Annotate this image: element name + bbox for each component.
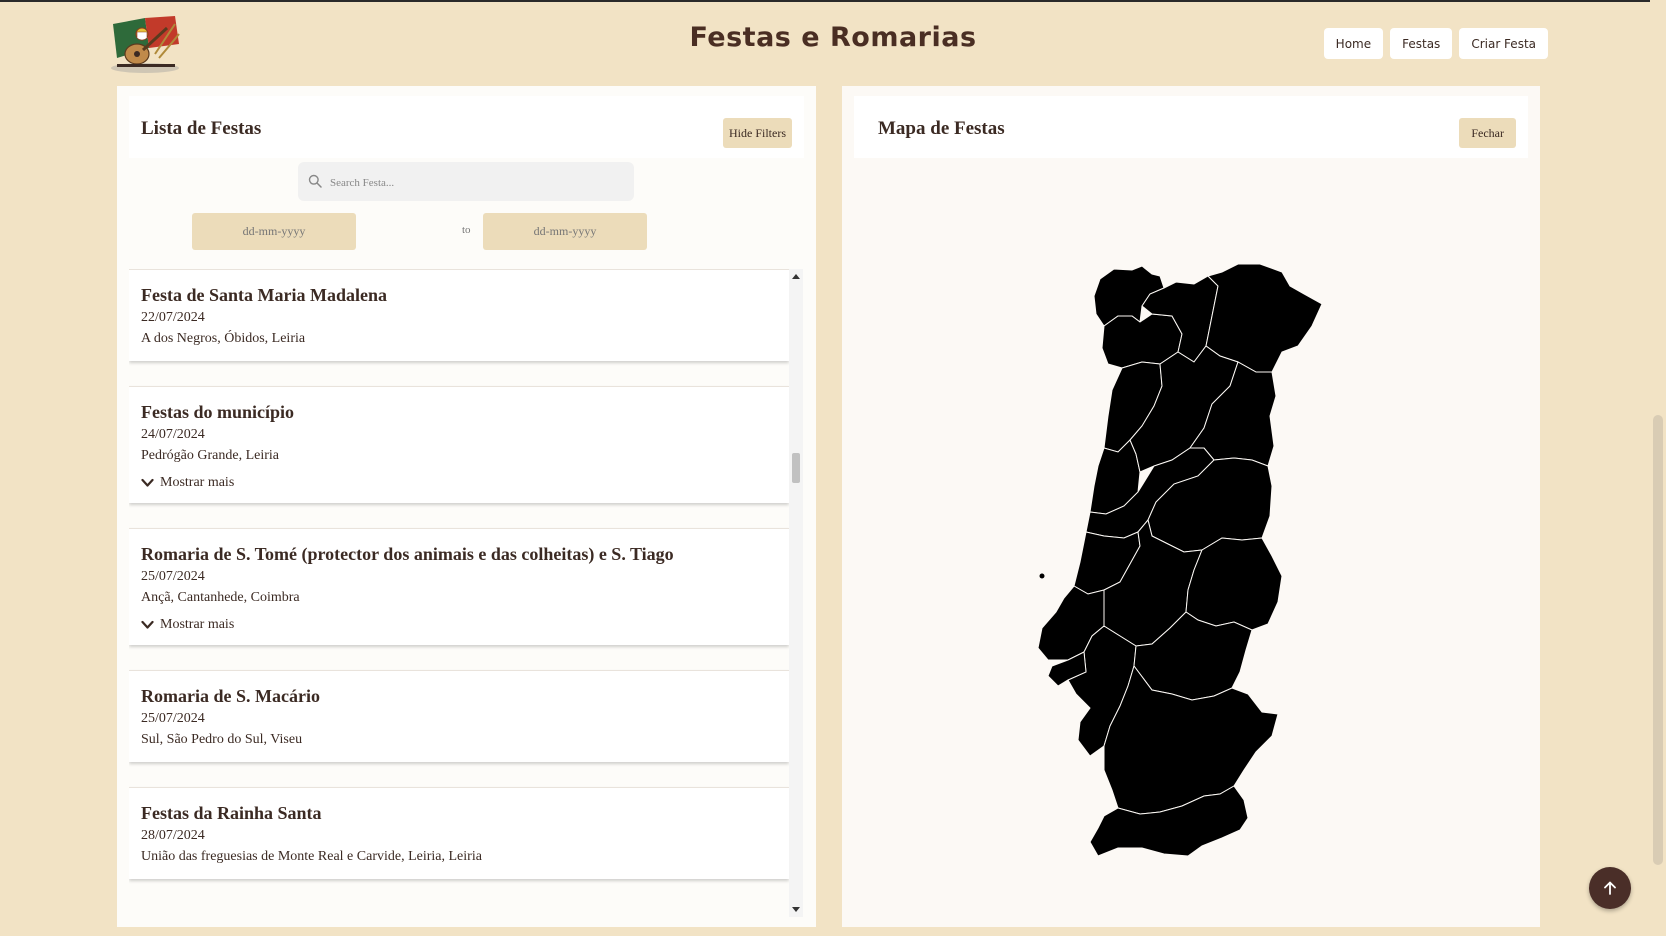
chevron-down-icon bbox=[141, 478, 154, 487]
show-more-label: Mostrar mais bbox=[160, 475, 235, 490]
list-panel-title: Lista de Festas bbox=[141, 118, 262, 139]
list-panel-header: Lista de Festas Hide Filters bbox=[129, 96, 804, 158]
festa-location: Pedrógão Grande, Leiria bbox=[141, 448, 279, 463]
festa-name: Romaria de S. Macário bbox=[141, 686, 320, 706]
map-panel-header: Mapa de Festas Fechar bbox=[854, 96, 1528, 158]
search-box[interactable] bbox=[298, 162, 634, 203]
list-scroll-thumb[interactable] bbox=[792, 453, 800, 483]
close-map-button[interactable]: Fechar bbox=[1459, 118, 1516, 148]
list-scrollbar[interactable] bbox=[789, 269, 803, 917]
festa-location: União das freguesias de Monte Real e Car… bbox=[141, 849, 482, 864]
top-border bbox=[0, 0, 1666, 2]
festa-name: Festas da Rainha Santa bbox=[141, 803, 322, 823]
page-scroll-thumb[interactable] bbox=[1653, 415, 1663, 865]
festa-date: 24/07/2024 bbox=[141, 427, 205, 442]
nav-criar-festa-button[interactable]: Criar Festa bbox=[1459, 28, 1548, 59]
show-more-label: Mostrar mais bbox=[160, 617, 235, 632]
festa-card[interactable]: Romaria de S. Tomé (protector dos animai… bbox=[129, 528, 789, 645]
district-braganca bbox=[1205, 263, 1323, 373]
date-separator: to bbox=[462, 224, 471, 236]
festa-name: Festas do município bbox=[141, 402, 295, 422]
page-scrollbar[interactable] bbox=[1650, 0, 1666, 936]
festa-date: 22/07/2024 bbox=[141, 310, 205, 325]
festas-map-panel: Mapa de Festas Fechar bbox=[842, 86, 1540, 927]
festa-location: A dos Negros, Óbidos, Leiria bbox=[141, 331, 306, 346]
nav-festas-button[interactable]: Festas bbox=[1390, 28, 1453, 59]
festa-name: Festa de Santa Maria Madalena bbox=[141, 285, 387, 305]
festa-card[interactable]: Festas do município 24/07/2024 Pedrógão Gr… bbox=[129, 386, 789, 503]
search-input[interactable] bbox=[328, 162, 622, 203]
scroll-down-arrow[interactable] bbox=[792, 907, 800, 912]
map-panel-title: Mapa de Festas bbox=[878, 118, 1005, 139]
festa-date: 25/07/2024 bbox=[141, 569, 205, 584]
date-to-input[interactable] bbox=[483, 213, 647, 250]
festa-name: Romaria de S. Tomé (protector dos animai… bbox=[141, 544, 674, 564]
nav-home-button[interactable]: Home bbox=[1323, 28, 1384, 59]
festa-date: 25/07/2024 bbox=[141, 711, 205, 726]
festa-location: Ançã, Cantanhede, Coimbra bbox=[141, 590, 300, 605]
show-more-toggle[interactable]: Mostrar mais bbox=[141, 617, 777, 633]
festas-list-panel: Lista de Festas Hide Filters to Festa de… bbox=[117, 86, 816, 927]
portugal-map[interactable] bbox=[842, 166, 1540, 926]
festa-card[interactable]: Festa de Santa Maria Madalena 22/07/2024 A… bbox=[129, 269, 789, 361]
top-nav: Home Festas Criar Festa bbox=[1323, 28, 1548, 59]
festa-card[interactable]: Romaria de S. Macário 25/07/2024 Sul, São … bbox=[129, 670, 789, 762]
chevron-down-icon bbox=[141, 620, 154, 629]
festas-list: Festa de Santa Maria Madalena 22/07/2024 A… bbox=[129, 269, 789, 904]
search-icon bbox=[308, 174, 322, 188]
arrow-up-icon bbox=[1604, 881, 1616, 895]
date-from-input[interactable] bbox=[192, 213, 356, 250]
festa-location: Sul, São Pedro do Sul, Viseu bbox=[141, 732, 303, 747]
festas-list-viewport[interactable]: Festa de Santa Maria Madalena 22/07/2024 A… bbox=[129, 269, 803, 917]
festa-card[interactable]: Festas da Rainha Santa 28/07/2024 União da… bbox=[129, 787, 789, 879]
festa-date: 28/07/2024 bbox=[141, 828, 205, 843]
show-more-toggle[interactable]: Mostrar mais bbox=[141, 475, 777, 491]
back-to-top-button[interactable] bbox=[1589, 867, 1631, 909]
hide-filters-button[interactable]: Hide Filters bbox=[723, 118, 792, 148]
scroll-up-arrow[interactable] bbox=[792, 274, 800, 279]
